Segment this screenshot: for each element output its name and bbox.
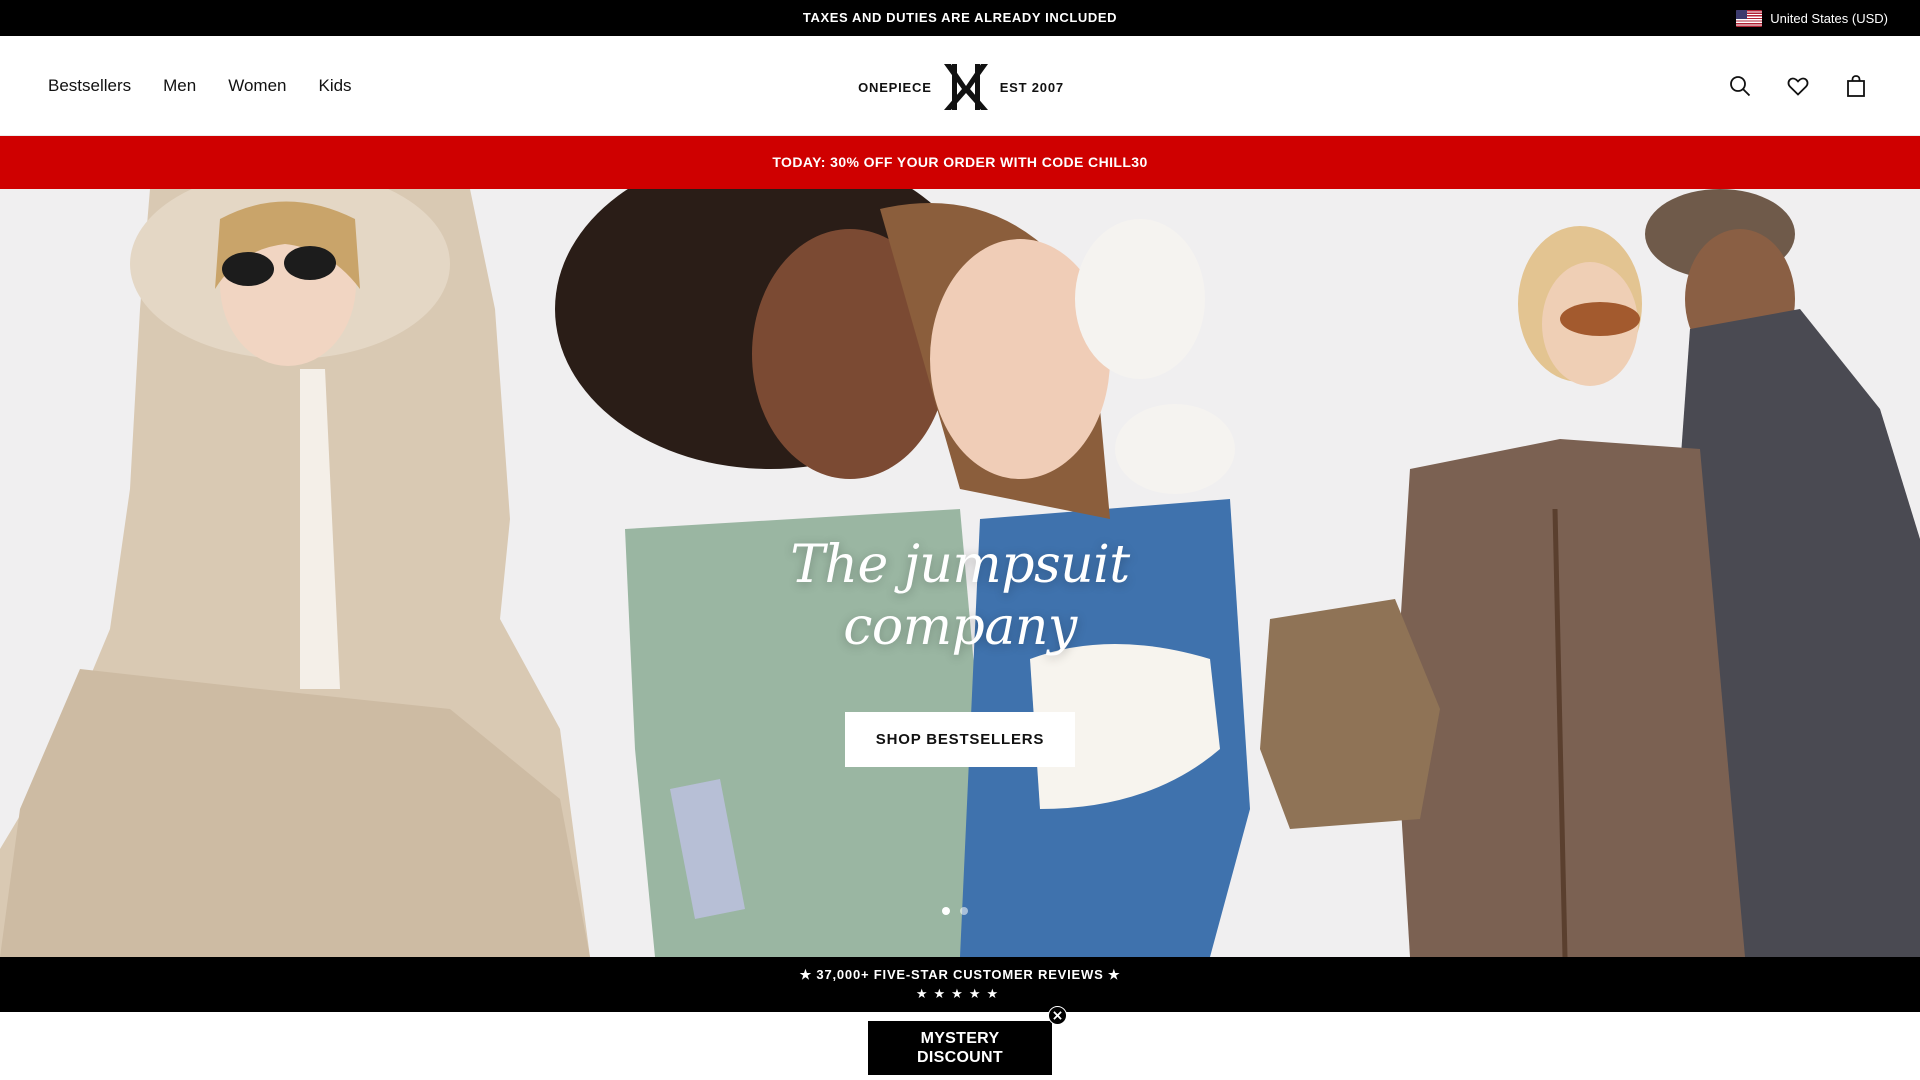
hero-title-line1: The jumpsuit [790, 535, 1130, 595]
site-header: Bestsellers Men Women Kids ONEPIECE EST … [0, 36, 1920, 136]
carousel-dot-1[interactable] [942, 907, 950, 915]
nav-bestsellers[interactable]: Bestsellers [48, 76, 131, 96]
nav-kids[interactable]: Kids [318, 76, 351, 96]
announcement-text: TAXES AND DUTIES ARE ALREADY INCLUDED [802, 10, 1118, 25]
logo-established: EST 2007 [999, 79, 1064, 95]
reviews-bar[interactable]: ★ 37,000+ FIVE-STAR CUSTOMER REVIEWS ★ ★… [0, 957, 1920, 1012]
announcement-bar: TAXES AND DUTIES ARE ALREADY INCLUDED Un… [0, 0, 1920, 36]
header-actions [1728, 36, 1868, 136]
hero-title-line2: company [843, 597, 1077, 657]
close-icon[interactable] [1048, 1006, 1067, 1025]
mystery-discount-button[interactable]: MYSTERY DISCOUNT [868, 1021, 1052, 1075]
model-left-figure [0, 189, 590, 957]
promo-banner[interactable]: TODAY: 30% OFF YOUR ORDER WITH CODE CHIL… [0, 136, 1920, 189]
model-right-figures [1260, 189, 1920, 957]
region-label: United States (USD) [1770, 10, 1888, 26]
heart-icon[interactable] [1786, 74, 1810, 98]
search-icon[interactable] [1728, 74, 1752, 98]
reviews-text: ★ 37,000+ FIVE-STAR CUSTOMER REVIEWS ★ [799, 967, 1121, 982]
region-selector[interactable]: United States (USD) [1736, 0, 1888, 36]
main-nav: Bestsellers Men Women Kids [48, 36, 352, 136]
mystery-line1: MYSTERY [920, 1030, 1000, 1047]
carousel-dot-2[interactable] [960, 907, 968, 915]
hero-banner: The jumpsuit company SHOP BESTSELLERS [0, 189, 1920, 957]
reviews-stars: ★★★★★ [915, 986, 1005, 1001]
nav-men[interactable]: Men [163, 76, 196, 96]
hero-title: The jumpsuit company [760, 534, 1160, 658]
logo-wordmark: ONEPIECE [858, 79, 932, 95]
nav-women[interactable]: Women [228, 76, 286, 96]
site-logo[interactable]: ONEPIECE EST 2007 [856, 62, 1066, 112]
us-flag-icon [1736, 9, 1763, 27]
shopping-bag-icon[interactable] [1844, 74, 1868, 98]
carousel-dots [942, 907, 968, 915]
shop-bestsellers-button[interactable]: SHOP BESTSELLERS [845, 712, 1075, 767]
logo-mark-icon [943, 64, 988, 110]
mystery-line2: DISCOUNT [917, 1049, 1003, 1066]
